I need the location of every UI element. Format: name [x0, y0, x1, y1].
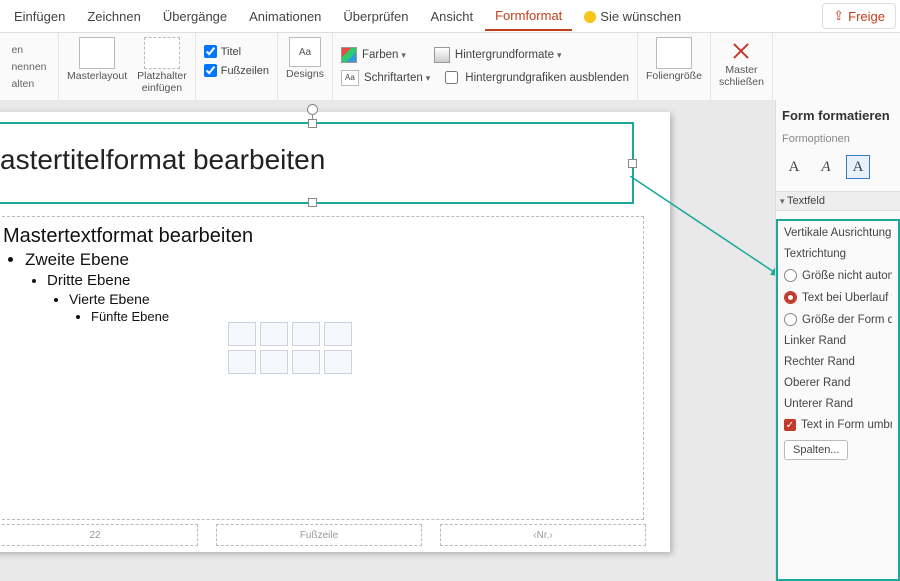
format-shape-pane: Form formatieren Formoptionen A A A Text… — [775, 100, 900, 581]
tab-formformat[interactable]: Formformat — [485, 2, 572, 31]
smartart-icon[interactable] — [292, 322, 320, 346]
share-button[interactable]: ⇪ Freige — [822, 3, 896, 29]
close-master-button[interactable]: Master schließen — [719, 37, 764, 88]
vertical-align-label[interactable]: Vertikale Ausrichtung — [784, 227, 892, 239]
margin-right-label[interactable]: Rechter Rand — [784, 356, 892, 368]
body-level-3: Dritte Ebene Vierte Ebene Fünfte Ebene — [47, 272, 633, 324]
body-level-2: Zweite Ebene Dritte Ebene Vierte Ebene F… — [25, 250, 633, 324]
autofit-radio-resize[interactable]: Größe der Form de — [784, 313, 892, 326]
pane-tab-fill[interactable]: A — [782, 155, 806, 179]
tab-animationen[interactable]: Animationen — [239, 3, 331, 30]
pane-subtitle[interactable]: Formoptionen — [782, 133, 894, 145]
footers-checkbox[interactable]: Fußzeilen — [204, 64, 269, 77]
pane-tab-effects[interactable]: A — [814, 155, 838, 179]
placeholder-icon — [144, 37, 180, 69]
ribbon: en nennen alten Masterlayout Platzhalter… — [0, 33, 900, 102]
margin-left-label[interactable]: Linker Rand — [784, 335, 892, 347]
table-icon[interactable] — [228, 322, 256, 346]
master-slide: astertitelformat bearbeiten Mastertextfo… — [0, 112, 670, 552]
resize-handle-top[interactable] — [308, 119, 317, 128]
footer-number[interactable]: ‹Nr.› — [440, 524, 646, 546]
cut-label-1: en — [11, 44, 46, 56]
close-icon — [728, 37, 754, 63]
resize-handle-bottom[interactable] — [308, 198, 317, 207]
picture-icon[interactable] — [228, 350, 256, 374]
tab-uebergaenge[interactable]: Übergänge — [153, 3, 237, 30]
title-placeholder[interactable]: astertitelformat bearbeiten — [0, 122, 634, 204]
tab-ansicht[interactable]: Ansicht — [420, 3, 483, 30]
workarea: astertitelformat bearbeiten Mastertextfo… — [0, 100, 900, 581]
masterlayout-icon — [79, 37, 115, 69]
video-icon[interactable] — [292, 350, 320, 374]
pane-section-textfeld[interactable]: Textfeld — [776, 191, 900, 211]
body-level-1: Mastertextformat bearbeiten — [3, 225, 633, 248]
margin-top-label[interactable]: Oberer Rand — [784, 377, 892, 389]
masterlayout-button[interactable]: Masterlayout — [67, 37, 127, 83]
tab-ueberpruefen[interactable]: Überprüfen — [333, 3, 418, 30]
online-picture-icon[interactable] — [260, 350, 288, 374]
slide-size-label: Foliengröße — [646, 71, 702, 83]
pane-tab-textbox[interactable]: A — [846, 155, 870, 179]
designs-button[interactable]: Aa Designs — [286, 37, 324, 81]
body-level-5: Fünfte Ebene — [91, 309, 633, 324]
hide-bg-graphics-checkbox[interactable]: Hintergrundgrafiken ausblenden — [441, 68, 629, 87]
tell-me-label: Sie wünschen — [600, 9, 681, 24]
designs-label: Designs — [286, 69, 324, 81]
autofit-radio-shrink[interactable]: Text bei Überlauf v — [784, 291, 892, 304]
tab-bar: Einfügen Zeichnen Übergänge Animationen … — [0, 0, 900, 33]
footer-date[interactable]: 22 — [0, 524, 198, 546]
placeholder-insert-button[interactable]: Platzhalter einfügen — [137, 37, 187, 94]
autofit-radio-none[interactable]: Größe nicht autom — [784, 269, 892, 282]
tab-zeichnen[interactable]: Zeichnen — [77, 3, 150, 30]
designs-icon: Aa — [289, 37, 321, 67]
colors-dropdown[interactable]: Farben — [362, 49, 406, 61]
content-placeholder-icons — [228, 322, 352, 374]
slide-size-button[interactable]: Foliengröße — [646, 37, 702, 83]
cut-label-3: alten — [11, 78, 46, 90]
slide-canvas[interactable]: astertitelformat bearbeiten Mastertextfo… — [0, 100, 775, 581]
close-master-label: Master schließen — [719, 65, 764, 88]
lightbulb-icon — [584, 11, 596, 23]
cut-label-2: nennen — [11, 61, 46, 73]
3d-icon[interactable] — [324, 322, 352, 346]
chart-icon[interactable] — [260, 322, 288, 346]
colors-icon — [341, 47, 357, 63]
share-label: Freige — [848, 9, 885, 24]
slide-size-icon — [656, 37, 692, 69]
resize-handle-right[interactable] — [628, 159, 637, 168]
share-icon: ⇪ — [833, 8, 844, 24]
title-text[interactable]: astertitelformat bearbeiten — [0, 124, 632, 176]
footer-center[interactable]: Fußzeile — [216, 524, 422, 546]
pane-title: Form formatieren — [782, 108, 894, 123]
icon-icon[interactable] — [324, 350, 352, 374]
text-direction-label[interactable]: Textrichtung — [784, 248, 892, 260]
pane-body-highlight: Vertikale Ausrichtung Textrichtung Größe… — [776, 219, 900, 581]
masterlayout-label: Masterlayout — [67, 71, 127, 83]
margin-bottom-label[interactable]: Unterer Rand — [784, 398, 892, 410]
fonts-icon: Aa — [341, 70, 359, 86]
placeholder-label: Platzhalter einfügen — [137, 71, 187, 94]
rotate-handle[interactable] — [307, 104, 318, 115]
columns-button[interactable]: Spalten... — [784, 440, 848, 460]
tab-einfuegen[interactable]: Einfügen — [4, 3, 75, 30]
bg-styles-icon — [434, 47, 450, 63]
fonts-dropdown[interactable]: Schriftarten — [364, 72, 430, 84]
bg-styles-dropdown[interactable]: Hintergrundformate — [455, 49, 562, 61]
tab-tell-me[interactable]: Sie wünschen — [574, 3, 691, 30]
title-checkbox[interactable]: Titel — [204, 45, 269, 58]
body-level-4: Vierte Ebene Fünfte Ebene — [69, 291, 633, 324]
wrap-text-checkbox[interactable]: ✓Text in Form umbr — [784, 419, 892, 431]
